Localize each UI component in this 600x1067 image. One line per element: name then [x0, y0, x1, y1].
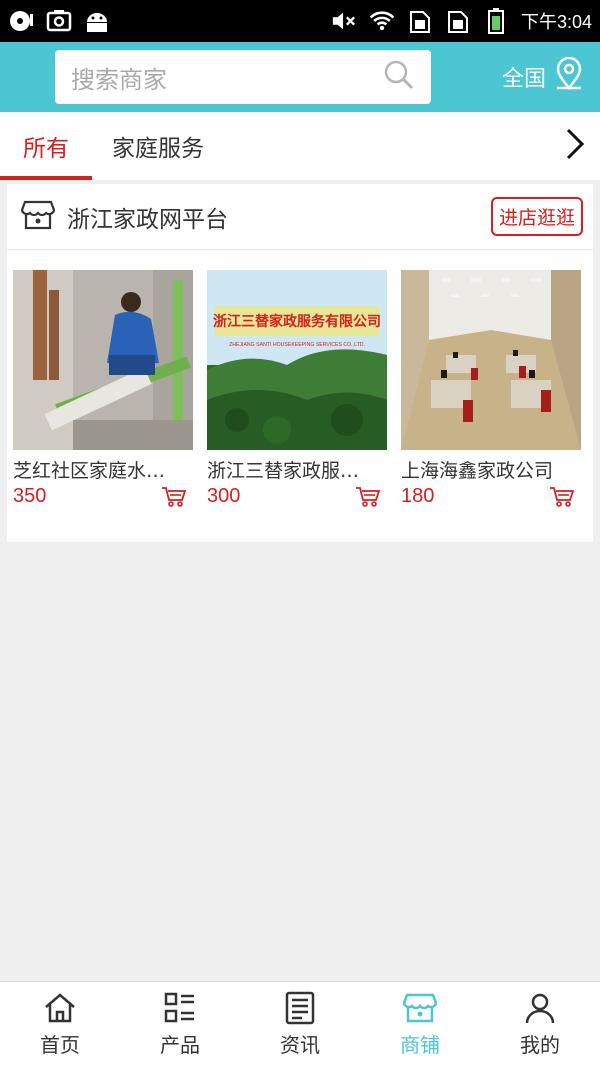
- nav-news[interactable]: 资讯: [240, 982, 360, 1067]
- image-overlay-title: 浙江三替家政服务有限公司: [213, 313, 381, 330]
- grid-list-icon: [164, 992, 194, 1023]
- product-name[interactable]: 芝红社区家庭水…: [13, 456, 193, 483]
- search-box[interactable]: 搜索商家: [55, 50, 431, 104]
- nav-products[interactable]: 产品: [120, 982, 240, 1067]
- tab-all[interactable]: 所有: [0, 112, 92, 180]
- cart-icon[interactable]: [161, 486, 187, 508]
- tabs-more-button[interactable]: [550, 112, 600, 180]
- tab-home-service[interactable]: 家庭服务: [92, 112, 224, 180]
- product-image[interactable]: [401, 270, 581, 450]
- product-meta: 350: [13, 485, 193, 508]
- bottom-nav: 首页 产品 资讯 商铺 我的: [0, 981, 600, 1067]
- wifi-icon: [369, 8, 395, 34]
- image-overlay-subtitle: ZHEJIANG SANTI HOUSEKEEPING SERVICES CO.…: [229, 342, 365, 348]
- region-selector[interactable]: 全国: [501, 56, 584, 97]
- region-label: 全国: [501, 67, 546, 92]
- cart-icon[interactable]: [355, 486, 381, 508]
- store-icon: [403, 993, 437, 1023]
- news-icon: [285, 991, 315, 1025]
- search-icon[interactable]: [383, 59, 415, 95]
- nav-label: 首页: [40, 1033, 80, 1057]
- product-price: 180: [401, 485, 435, 507]
- product-list: 芝红社区家庭水… 350 浙江三替家政服务有限公司 ZHEJIANG SANTI…: [7, 250, 593, 508]
- mute-icon: [331, 8, 357, 34]
- product-item[interactable]: 上海海鑫家政公司 180: [401, 270, 581, 508]
- cart-icon[interactable]: [549, 486, 575, 508]
- store-header: 浙江家政网平台 进店逛逛: [7, 184, 593, 250]
- nav-label: 资讯: [280, 1033, 320, 1057]
- android-icon: [84, 8, 110, 34]
- chevron-right-icon: [564, 127, 586, 165]
- nav-label: 我的: [520, 1033, 560, 1057]
- nav-home[interactable]: 首页: [0, 982, 120, 1067]
- user-icon: [525, 993, 555, 1024]
- store-icon: [20, 198, 56, 236]
- product-image[interactable]: [13, 270, 193, 450]
- status-bar: 下午3:04: [0, 0, 600, 42]
- tab-label: 家庭服务: [112, 136, 204, 162]
- top-header: 搜索商家 全国: [0, 42, 600, 112]
- store-card: 浙江家政网平台 进店逛逛 芝红社区家庭水… 350 浙江三替家政服务有限公司 Z…: [7, 184, 593, 542]
- product-name[interactable]: 上海海鑫家政公司: [401, 456, 581, 483]
- nav-label: 产品: [160, 1033, 200, 1057]
- nav-stores[interactable]: 商铺: [360, 982, 480, 1067]
- product-image[interactable]: 浙江三替家政服务有限公司 ZHEJIANG SANTI HOUSEKEEPING…: [207, 270, 387, 450]
- sim2-icon: [445, 8, 471, 34]
- product-price: 350: [13, 485, 47, 507]
- visit-store-button[interactable]: 进店逛逛: [490, 197, 583, 236]
- product-name[interactable]: 浙江三替家政服…: [207, 456, 387, 483]
- search-input[interactable]: 搜索商家: [71, 60, 167, 95]
- product-price: 300: [207, 485, 241, 507]
- disc-icon: [8, 8, 34, 34]
- product-meta: 300: [207, 485, 387, 508]
- product-item[interactable]: 芝红社区家庭水… 350: [13, 270, 193, 508]
- nav-profile[interactable]: 我的: [480, 982, 600, 1067]
- home-icon: [45, 993, 75, 1023]
- app-screen: 下午3:04 搜索商家 全国 所有 家庭服务 浙江家政网平台 进店逛逛 芝红社区…: [0, 0, 600, 1067]
- category-tabs: 所有 家庭服务: [0, 112, 600, 180]
- nav-label: 商铺: [400, 1033, 440, 1057]
- product-item[interactable]: 浙江三替家政服务有限公司 ZHEJIANG SANTI HOUSEKEEPING…: [207, 270, 387, 508]
- location-icon: [554, 56, 584, 97]
- status-time: 下午3:04: [520, 12, 592, 32]
- battery-icon: [483, 8, 509, 34]
- store-name: 浙江家政网平台: [67, 206, 228, 233]
- tab-label: 所有: [23, 136, 69, 162]
- sim1-icon: [407, 8, 433, 34]
- screenshot-icon: [46, 8, 72, 34]
- product-meta: 180: [401, 485, 581, 508]
